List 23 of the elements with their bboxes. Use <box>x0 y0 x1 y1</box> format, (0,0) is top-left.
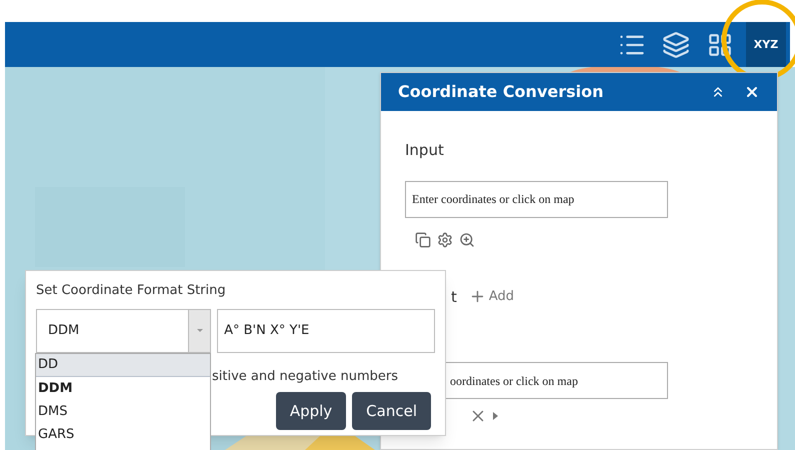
zoom-icon[interactable] <box>459 232 475 248</box>
settings-icon[interactable] <box>437 232 453 248</box>
apply-button[interactable]: Apply <box>276 392 346 430</box>
format-string-field[interactable]: A° B'N X° Y'E <box>217 308 435 352</box>
coordinate-button[interactable]: XYZ <box>746 22 786 67</box>
dropdown-option[interactable]: DDM <box>36 377 210 400</box>
layers-icon <box>662 30 690 58</box>
output-label: t <box>451 286 457 308</box>
copy-icon[interactable] <box>415 232 431 248</box>
input-label: Input <box>405 140 444 161</box>
format-select[interactable]: DDM <box>36 308 212 352</box>
dropdown-option[interactable]: DD <box>36 354 210 377</box>
caret-icon[interactable] <box>493 412 498 420</box>
dropdown-option[interactable]: DMS <box>36 400 210 423</box>
panel-title: Coordinate Conversion <box>398 81 604 103</box>
popup-title: Set Coordinate Format String <box>36 282 226 300</box>
dropdown-option[interactable]: GARS <box>36 423 210 446</box>
cancel-button[interactable]: Cancel <box>352 392 431 430</box>
hint-text: sitive and negative numbers <box>212 368 398 386</box>
grid-icon <box>707 32 733 58</box>
add-button[interactable]: Add <box>468 287 514 306</box>
close-icon[interactable] <box>744 84 760 100</box>
input-field[interactable]: Enter coordinates or click on map <box>405 180 668 218</box>
